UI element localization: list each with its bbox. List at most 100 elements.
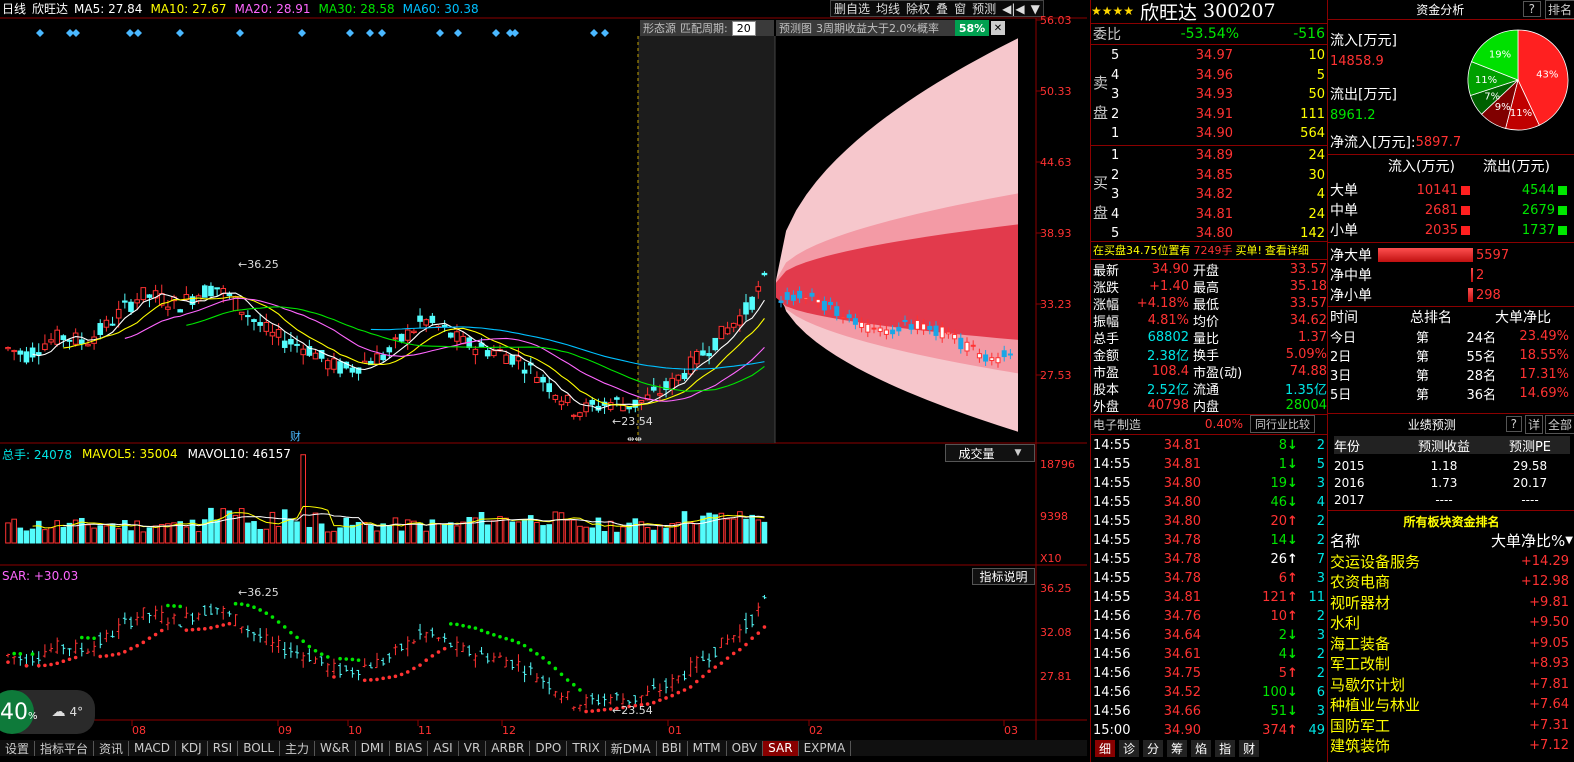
indicator-tab[interactable]: EXPMA: [798, 740, 852, 756]
finance-marker[interactable]: 财: [290, 429, 301, 443]
indicator-tab[interactable]: SAR: [763, 740, 799, 756]
indicator-tab[interactable]: KDJ: [176, 740, 208, 756]
asks-row[interactable]: 3 34.93 50: [1111, 85, 1325, 105]
sar-dot: [393, 674, 398, 679]
volume-bar: [91, 527, 97, 544]
sector-row[interactable]: 农资电商 +12.98: [1330, 572, 1573, 593]
sar-high-marker: ←36.25: [238, 586, 279, 599]
sector-row[interactable]: 海工装备 +9.05: [1330, 633, 1573, 654]
candle-body: [669, 377, 676, 390]
quote-tab[interactable]: 焰: [1191, 739, 1212, 757]
stat-row: 总手 68802 量比 1.37: [1093, 330, 1327, 347]
volume-bar: [97, 525, 104, 544]
forecast-candle-body: [908, 324, 914, 330]
sar-dot: [695, 679, 699, 684]
date-axis-label: 12: [502, 724, 516, 737]
big-order-notice[interactable]: 在买盘34.75位置有 7249手 买单! 查看详细: [1093, 242, 1309, 258]
forecast-all-button[interactable]: 全部: [1544, 414, 1574, 434]
sector-row[interactable]: 建筑装饰 +7.12: [1330, 736, 1573, 757]
weather-widget[interactable]: 40% ☁ 4°: [0, 690, 95, 734]
sector-row[interactable]: 军工改制 +8.93: [1330, 654, 1573, 675]
pie-label: 9%: [1495, 102, 1511, 113]
sar-dot: [682, 688, 687, 692]
indicator-tab[interactable]: VR: [458, 740, 487, 756]
volume-bar: [140, 531, 147, 544]
sector-row[interactable]: 交运设备服务 +14.29: [1330, 551, 1573, 572]
indicator-tab[interactable]: 指标平台: [35, 740, 95, 756]
indicator-tab[interactable]: RSI: [207, 740, 239, 756]
bids-row[interactable]: 4 34.81 24: [1111, 205, 1325, 225]
sector-row[interactable]: 视听器材 +9.81: [1330, 592, 1573, 613]
indicator-tab[interactable]: DPO: [530, 740, 568, 756]
indicator-tab[interactable]: MACD: [129, 740, 177, 756]
quote-tab[interactable]: 细: [1095, 739, 1116, 757]
indicator-tab[interactable]: 主力: [280, 740, 316, 756]
forecast-candle-body: [945, 331, 951, 335]
indicator-tab[interactable]: TRIX: [567, 740, 606, 756]
help-button[interactable]: ?: [1522, 1, 1541, 17]
quote-tab[interactable]: 指: [1215, 739, 1236, 757]
indicator-tab[interactable]: ASI: [428, 740, 459, 756]
quote-tab[interactable]: 财: [1239, 739, 1260, 757]
indicator-help-button[interactable]: 指标说明: [972, 568, 1035, 585]
indicator-tab[interactable]: OBV: [726, 740, 764, 756]
sector-row[interactable]: 种植业与林业 +7.64: [1330, 695, 1573, 716]
sar-header: SAR: +30.03: [2, 568, 78, 584]
sort-down-icon[interactable]: ▼: [1565, 535, 1573, 546]
forecast-help-button[interactable]: ?: [1505, 416, 1522, 432]
quote-tab[interactable]: 诊: [1119, 739, 1140, 757]
forecast-label: 预测图: [779, 22, 812, 35]
asks-row[interactable]: 4 34.96 5: [1111, 66, 1325, 86]
volume-bar: [614, 531, 620, 544]
candle-body: [484, 350, 491, 357]
indicator-tab[interactable]: ARBR: [486, 740, 531, 756]
match-period-input[interactable]: 20: [731, 20, 756, 36]
signal-marker-icon: [511, 29, 519, 37]
chart-canvas[interactable]: 56.03 50.33 44.63 38.93 33.23 27.53 ←36.25 ←23.…: [0, 0, 1087, 740]
forecast-title-bar: 业绩预测 ? 详 全部: [1328, 414, 1574, 434]
bids-row[interactable]: 1 34.89 24: [1111, 146, 1325, 166]
indicator-tab[interactable]: MTM: [687, 740, 727, 756]
volume-total: 总手: 24078: [2, 447, 73, 462]
asks-row[interactable]: 1 34.90 564: [1111, 124, 1325, 144]
arrow-up-icon: ↑: [1287, 514, 1298, 529]
quote-tab[interactable]: 分: [1143, 739, 1164, 757]
sector-row[interactable]: 国防军工 +7.31: [1330, 715, 1573, 736]
industry-name[interactable]: 电子制造: [1093, 416, 1188, 433]
indicator-tab[interactable]: BOLL: [238, 740, 281, 756]
candle-body: [687, 356, 694, 375]
indicator-tab[interactable]: 新DMA: [605, 740, 657, 756]
range-marker-icon[interactable]: ⇹⇹: [627, 435, 643, 445]
candle-body: [743, 302, 749, 315]
sector-list[interactable]: 交运设备服务 +14.29 农资电商 +12.98 视听器材 +9.81 水利 +9.50 海工…: [1330, 551, 1573, 756]
indicator-tab[interactable]: DMI: [355, 740, 390, 756]
indicator-tab[interactable]: BBI: [656, 740, 688, 756]
asks-row[interactable]: 2 34.91 111: [1111, 105, 1325, 125]
indicator-tab-bar: 设置 指标平台 资讯 MACD KDJ RSI BOLL 主力 W&R DMI BIAS ASI VR A…: [0, 740, 1087, 756]
forecast-candle-body: [964, 341, 970, 352]
volume-bar: [552, 511, 559, 544]
arrow-up-icon: ↑: [1287, 590, 1298, 605]
volume-bar: [694, 523, 700, 544]
forecast-candle-body: [921, 323, 927, 331]
bids-row[interactable]: 3 34.82 4: [1111, 185, 1325, 205]
bids-row[interactable]: 2 34.85 30: [1111, 166, 1325, 186]
indicator-dropdown[interactable]: 成交量 ▼: [945, 444, 1035, 462]
forecast-close-icon[interactable]: ✕: [991, 21, 1005, 35]
ranking-header: 时间 总排名 大单净比: [1330, 310, 1551, 326]
sector-row[interactable]: 马歇尔计划 +7.81: [1330, 674, 1573, 695]
quote-tab[interactable]: 筹: [1167, 739, 1188, 757]
indicator-tab[interactable]: W&R: [315, 740, 356, 756]
indicator-tab[interactable]: 资讯: [94, 740, 130, 756]
sector-row[interactable]: 水利 +9.50: [1330, 613, 1573, 634]
asks-row[interactable]: 5 34.97 10: [1111, 46, 1325, 66]
industry-compare-button[interactable]: 同行业比较: [1250, 415, 1315, 433]
kline-panel[interactable]: 日线 欣旺达 MA5: 27.84 MA10: 27.67 MA20: 28.91 M…: [0, 0, 1087, 740]
candle-body: [503, 354, 509, 365]
indicator-tab[interactable]: BIAS: [389, 740, 429, 756]
rank-button[interactable]: 排名: [1544, 0, 1574, 19]
tick-list[interactable]: 14:55 34.81 8 ↓ 2 14:55 34.81 1 ↓ 5 14:55 34.80 19 ↓ 3…: [1093, 436, 1325, 740]
indicator-tab[interactable]: 设置: [0, 740, 36, 756]
sar-dot: [166, 603, 170, 608]
forecast-detail-button[interactable]: 详: [1524, 414, 1543, 434]
